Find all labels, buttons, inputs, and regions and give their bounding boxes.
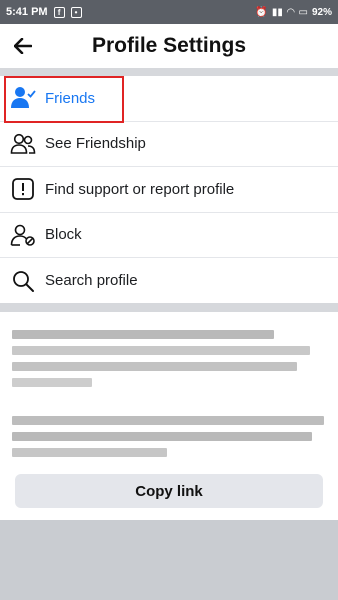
search-icon xyxy=(10,268,36,294)
signal-icon: ▮▮ xyxy=(271,6,283,18)
status-time: 5:41 PM xyxy=(6,6,48,18)
menu-item-see-friendship[interactable]: See Friendship xyxy=(0,122,338,167)
alarm-icon: ⏰ xyxy=(255,6,268,18)
menu-item-search-profile[interactable]: Search profile xyxy=(0,258,338,304)
back-button[interactable] xyxy=(0,24,46,68)
wifi-icon: ◠ xyxy=(286,6,295,18)
report-icon xyxy=(10,176,36,202)
block-user-icon xyxy=(10,222,36,248)
status-bar: 5:41 PM f • ⏰ ▮▮ ◠ ▭ 92% xyxy=(0,0,338,24)
menu-item-label: Block xyxy=(45,226,82,244)
menu-item-label: Find support or report profile xyxy=(45,180,235,198)
menu-item-find-support[interactable]: Find support or report profile xyxy=(0,167,338,213)
copy-link-button[interactable]: Copy link xyxy=(15,474,323,508)
app-bar: Profile Settings xyxy=(0,24,338,68)
menu-item-label: See Friendship xyxy=(45,135,146,153)
battery-level: 92% xyxy=(311,6,332,18)
page-title: Profile Settings xyxy=(91,34,247,57)
section-divider xyxy=(0,303,338,312)
status-icons: ⏰ ▮▮ ◠ ▭ 92% xyxy=(255,7,332,18)
menu-item-block[interactable]: Block xyxy=(0,213,338,258)
people-icon xyxy=(10,131,36,157)
section-divider xyxy=(0,68,338,76)
facebook-notification-icon: f xyxy=(53,6,65,18)
selection-highlight xyxy=(4,76,124,123)
messenger-notification-icon: • xyxy=(70,6,82,18)
menu-item-label: Search profile xyxy=(45,272,138,290)
share-section: Copy link xyxy=(0,312,338,520)
back-arrow-icon xyxy=(14,38,32,54)
battery-icon: ▭ xyxy=(298,6,308,18)
